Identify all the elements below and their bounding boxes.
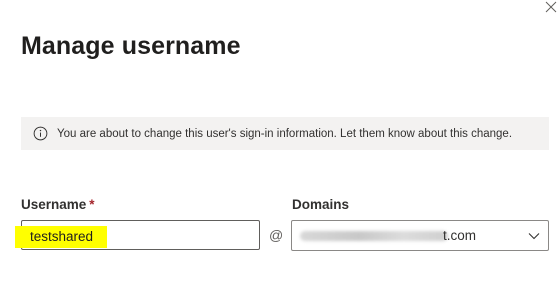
username-label-text: Username [21, 197, 87, 212]
info-icon [33, 126, 48, 141]
required-marker: * [89, 197, 95, 212]
close-icon [545, 1, 557, 13]
username-input-value: testshared [30, 229, 94, 244]
username-label: Username * [21, 197, 95, 212]
chevron-down-icon [528, 233, 540, 240]
at-symbol: @ [269, 227, 284, 243]
domains-dropdown[interactable]: t.com [291, 220, 549, 251]
info-message-bar: You are about to change this user's sign… [21, 117, 549, 150]
domain-redacted-blur [300, 231, 448, 241]
domains-label: Domains [292, 197, 350, 212]
panel-title: Manage username [21, 32, 241, 60]
domain-selected-value: t.com [443, 228, 477, 243]
close-button[interactable] [544, 0, 558, 14]
manage-username-panel: Manage username You are about to change … [0, 0, 559, 294]
info-message-text: You are about to change this user's sign… [57, 127, 513, 140]
